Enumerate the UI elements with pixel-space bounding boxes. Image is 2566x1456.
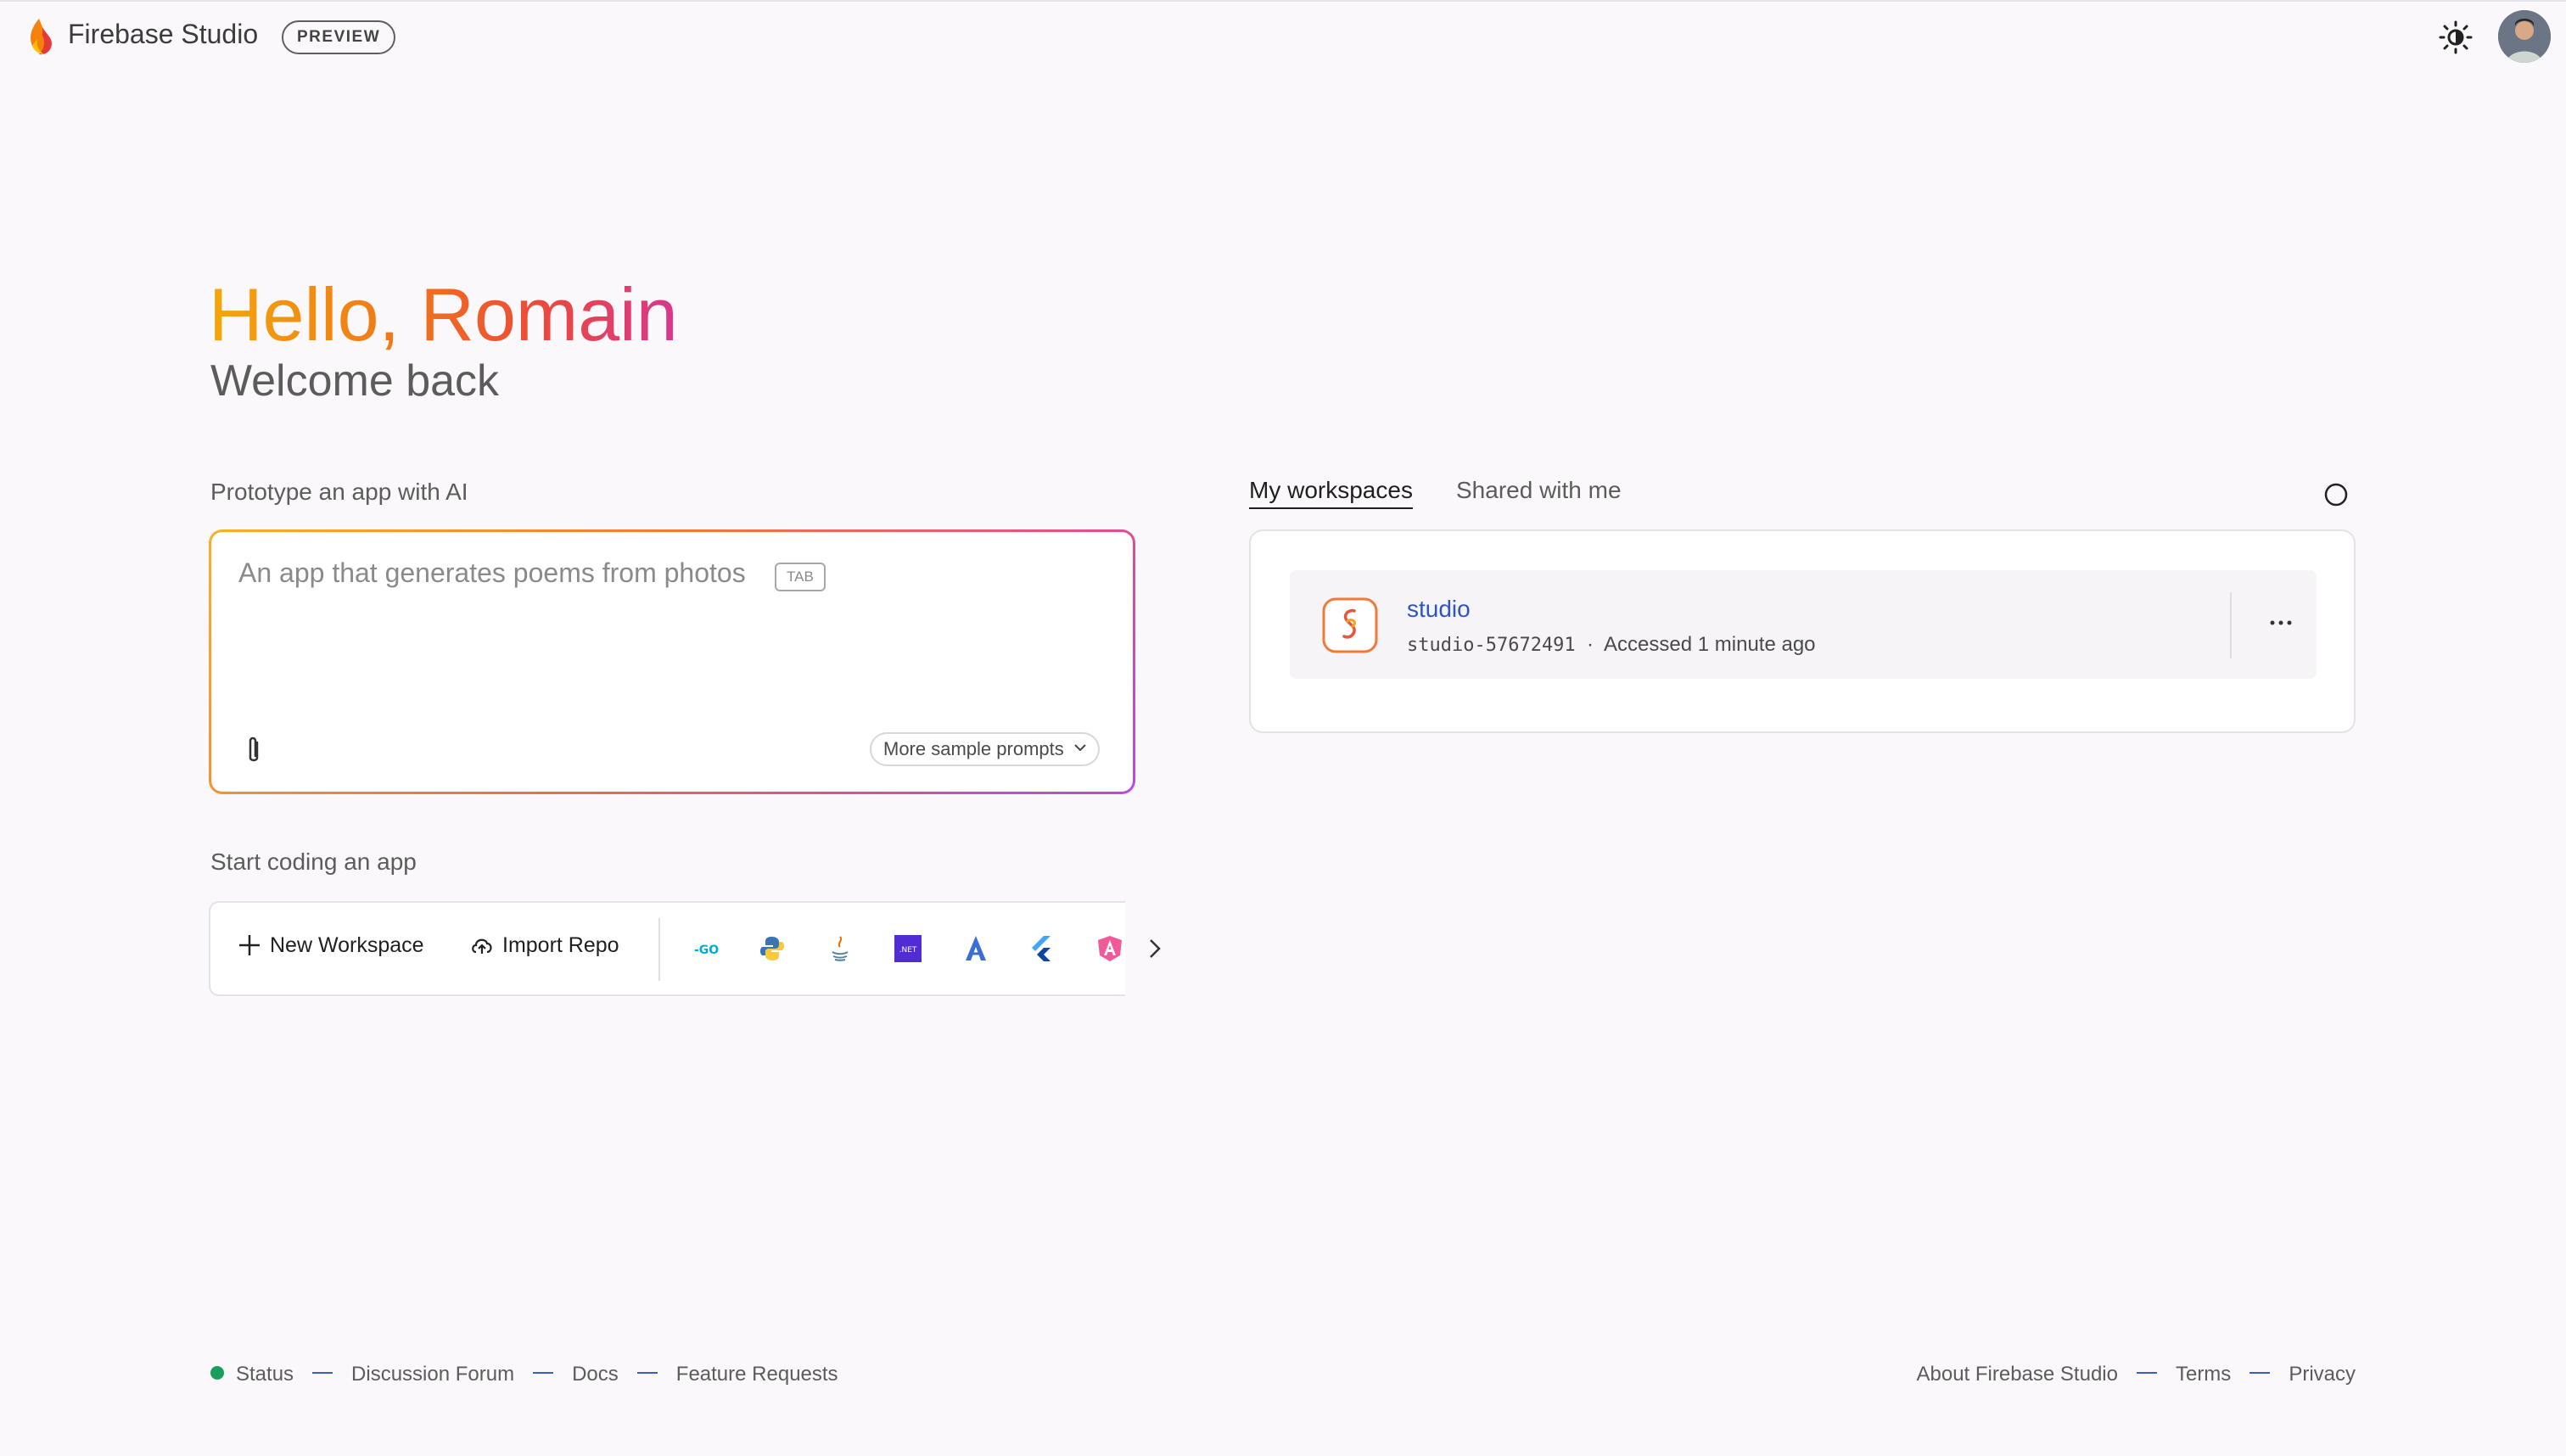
preview-badge: PREVIEW (282, 20, 396, 54)
flutter-icon[interactable] (1027, 933, 1057, 964)
workspace-row[interactable]: studio studio-57672491 · Accessed 1 minu… (1290, 570, 2317, 679)
workspace-id: studio-57672491 (1407, 635, 1576, 656)
angular-alt-icon[interactable] (961, 933, 991, 964)
workspace-meta: studio-57672491 · Accessed 1 minute ago (1407, 633, 1816, 657)
footer-link-status[interactable]: Status (236, 1363, 294, 1386)
more-sample-prompts-label: More sample prompts (883, 738, 1064, 759)
greeting-title: Hello, Romain (209, 268, 678, 361)
chevron-down-icon (1074, 744, 1086, 752)
footer-right: About Firebase Studio Terms Privacy (1916, 1363, 2356, 1386)
status-dot-icon (210, 1366, 224, 1380)
prompt-placeholder: An app that generates poems from photos (238, 557, 746, 588)
go-icon[interactable]: -GO (691, 933, 721, 964)
prototype-label: Prototype an app with AI (210, 479, 468, 505)
angular-icon[interactable] (1095, 933, 1125, 964)
more-sample-prompts-button[interactable]: More sample prompts (870, 732, 1100, 766)
workspaces-panel: studio studio-57672491 · Accessed 1 minu… (1249, 529, 2356, 733)
attach-icon[interactable] (242, 736, 266, 766)
greeting-subtitle: Welcome back (210, 356, 500, 406)
footer-separator (636, 1372, 658, 1374)
brand-title[interactable]: Firebase Studio (68, 19, 258, 50)
toolbar-divider (658, 918, 660, 981)
meta-separator-dot: · (1581, 633, 1605, 656)
avatar[interactable] (2498, 10, 2551, 63)
footer-link-terms[interactable]: Terms (2176, 1363, 2231, 1386)
java-icon[interactable] (825, 933, 855, 964)
tab-shared-with-me[interactable]: Shared with me (1456, 477, 1622, 504)
footer-link-docs[interactable]: Docs (572, 1363, 619, 1386)
footer-left: Status Discussion Forum Docs Feature Reques… (210, 1363, 838, 1386)
coding-toolbar: New Workspace Import Repo -GO .NET (209, 901, 1125, 996)
python-icon[interactable] (757, 933, 787, 964)
plus-icon (239, 935, 260, 955)
import-repo-button[interactable]: Import Repo (470, 933, 619, 967)
user-avatar-icon (2498, 10, 2551, 63)
theme-toggle-icon[interactable] (2439, 20, 2473, 54)
cloud-upload-icon (472, 938, 492, 954)
prompt-input[interactable]: An app that generates poems from photos … (211, 532, 1133, 792)
footer-separator (533, 1372, 554, 1374)
import-repo-label: Import Repo (502, 933, 619, 957)
top-bar: Firebase Studio PREVIEW (0, 0, 2566, 68)
dotnet-text: .NET (899, 946, 917, 955)
studio-workspace-icon (1322, 597, 1378, 653)
tab-my-workspaces[interactable]: My workspaces (1249, 477, 1413, 509)
footer-separator (2136, 1372, 2157, 1374)
coding-label: Start coding an app (210, 848, 417, 875)
footer-link-forum[interactable]: Discussion Forum (351, 1363, 514, 1386)
row-divider (2230, 592, 2232, 658)
new-workspace-button[interactable]: New Workspace (238, 933, 424, 967)
footer-link-privacy[interactable]: Privacy (2289, 1363, 2356, 1386)
footer-link-feature-requests[interactable]: Feature Requests (676, 1363, 838, 1386)
more-options-icon[interactable] (2264, 606, 2298, 640)
footer-separator (2249, 1372, 2271, 1374)
workspace-name[interactable]: studio (1407, 596, 1471, 623)
firebase-logo-icon[interactable] (24, 17, 58, 58)
dotnet-icon[interactable]: .NET (893, 933, 923, 964)
tab-hint-chip: TAB (775, 563, 826, 591)
prompt-box: An app that generates poems from photos … (209, 529, 1135, 794)
footer-link-about[interactable]: About Firebase Studio (1916, 1363, 2117, 1386)
workspace-accessed: Accessed 1 minute ago (1604, 633, 1816, 656)
new-workspace-label: New Workspace (270, 933, 424, 957)
footer-separator (312, 1372, 333, 1374)
svg-text:-GO: -GO (694, 944, 719, 957)
chevron-right-icon[interactable] (1142, 933, 1168, 964)
loading-circle-icon[interactable] (2323, 482, 2349, 507)
